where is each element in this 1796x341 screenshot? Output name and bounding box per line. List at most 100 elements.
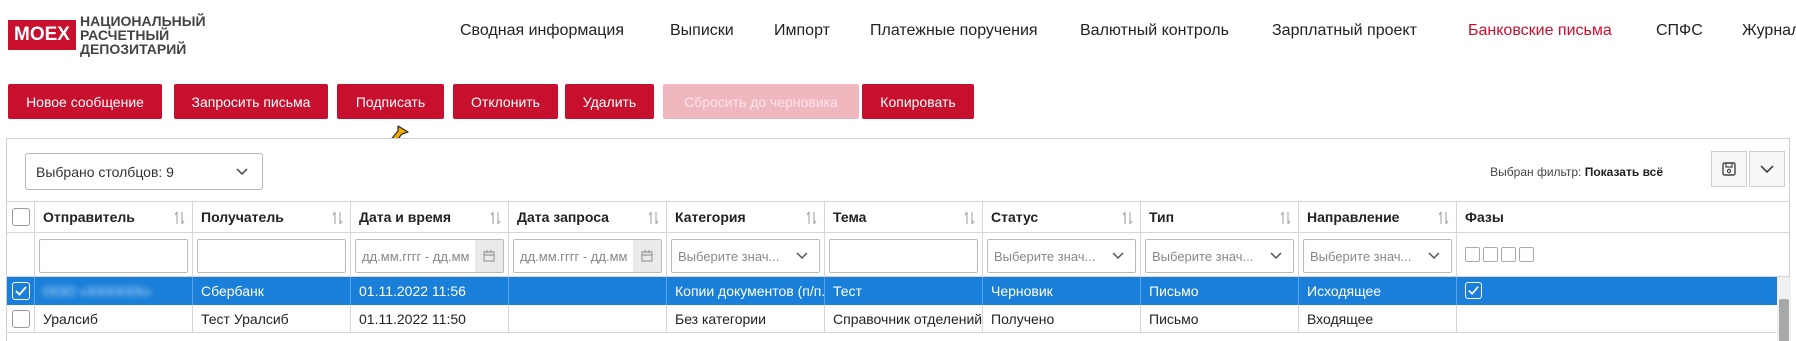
filter-cell: Выберите знач... <box>983 233 1141 276</box>
filter-value[interactable]: Показать всё <box>1585 165 1663 179</box>
filter-cell: дд.мм.гггг - дд.мм <box>509 233 667 276</box>
sort-icon[interactable] <box>174 211 186 225</box>
sort-icon[interactable] <box>1438 211 1450 225</box>
column-title: Получатель <box>201 209 284 225</box>
category-filter-select[interactable]: Выберите знач... <box>671 239 820 273</box>
request-date-filter-placeholder: дд.мм.гггг - дд.мм <box>520 248 628 264</box>
column-header-request-date[interactable]: Дата запроса <box>509 202 667 232</box>
chevron-down-icon <box>1270 252 1282 260</box>
sort-icon[interactable] <box>1280 211 1292 225</box>
direction-cell: Исходящее <box>1299 277 1457 305</box>
nav-item-import[interactable]: Импорт <box>774 22 830 40</box>
moex-logo[interactable]: MOEX НАЦИОНАЛЬНЫЙ РАСЧЕТНЫЙ ДЕПОЗИТАРИЙ <box>8 12 206 58</box>
category-cell: Копии документов (п/п... <box>667 277 825 305</box>
column-header-category[interactable]: Категория <box>667 202 825 232</box>
table-row[interactable]: ООО «ХХХХХХ» Сбербанк 01.11.2022 11:56 К… <box>7 277 1789 305</box>
columns-selector[interactable]: Выбрано столбцов: 9 <box>25 153 263 190</box>
select-all-cell <box>7 202 35 232</box>
column-title: Отправитель <box>43 209 135 225</box>
request-date-cell <box>509 305 667 332</box>
table-header-row: Отправитель Получатель Дата и время Дата… <box>7 201 1789 233</box>
sender-filter-input[interactable] <box>39 239 188 273</box>
subject-filter-input[interactable] <box>829 239 978 273</box>
chevron-down-icon <box>796 252 808 260</box>
filter-cell <box>825 233 983 276</box>
nav-item-summary[interactable]: Сводная информация <box>460 22 624 40</box>
table-filter-row: дд.мм.гггг - дд.мм дд.мм.гггг - дд.мм Вы… <box>7 233 1789 277</box>
sort-icon[interactable] <box>1122 211 1134 225</box>
column-header-recipient[interactable]: Получатель <box>193 202 351 232</box>
sender-cell: Уралсиб <box>35 305 193 332</box>
nav-item-currency-control[interactable]: Валютный контроль <box>1080 22 1229 40</box>
column-header-sender[interactable]: Отправитель <box>35 202 193 232</box>
row-checkbox[interactable] <box>12 310 30 328</box>
copy-button[interactable]: Копировать <box>862 84 974 119</box>
table-row[interactable]: Уралсиб Тест Уралсиб 01.11.2022 11:50 Бе… <box>7 305 1789 333</box>
filter-cell: Выберите знач... <box>1141 233 1299 276</box>
type-filter-select[interactable]: Выберите знач... <box>1145 239 1294 273</box>
nav-item-salary-project[interactable]: Зарплатный проект <box>1272 22 1417 40</box>
column-header-type[interactable]: Тип <box>1141 202 1299 232</box>
sort-icon[interactable] <box>490 211 502 225</box>
filter-cell: Выберите знач... <box>1299 233 1457 276</box>
nav-item-statements[interactable]: Выписки <box>670 22 734 40</box>
save-filter-button[interactable] <box>1711 151 1747 187</box>
check-icon <box>15 286 27 296</box>
column-title: Дата и время <box>359 209 452 225</box>
sort-icon[interactable] <box>964 211 976 225</box>
sort-icon[interactable] <box>332 211 344 225</box>
column-title: Тема <box>833 209 867 225</box>
sort-icon[interactable] <box>806 211 818 225</box>
filter-cell <box>35 233 193 276</box>
status-cell: Черновик <box>983 277 1141 305</box>
nav-item-spfs[interactable]: СПФС <box>1656 22 1703 40</box>
chevron-down-icon <box>236 168 248 176</box>
select-all-checkbox[interactable] <box>12 208 30 226</box>
column-title: Статус <box>991 209 1039 225</box>
app-header: MOEX НАЦИОНАЛЬНЫЙ РАСЧЕТНЫЙ ДЕПОЗИТАРИЙ … <box>0 0 1796 72</box>
reject-button[interactable]: Отклонить <box>453 84 558 119</box>
active-filter-label: Выбран фильтр: Показать всё <box>1490 165 1663 179</box>
row-select-cell <box>7 305 35 332</box>
phase-filter-checkbox[interactable] <box>1519 247 1534 262</box>
phase-filter-checkbox[interactable] <box>1501 247 1516 262</box>
scroll-thumb[interactable] <box>1779 299 1789 341</box>
column-header-status[interactable]: Статус <box>983 202 1141 232</box>
row-checkbox[interactable] <box>12 282 30 300</box>
request-letters-button[interactable]: Запросить письма <box>174 84 328 119</box>
sort-icon[interactable] <box>648 211 660 225</box>
recipient-cell: Сбербанк <box>193 277 351 305</box>
table-scrollbar[interactable] <box>1777 277 1791 341</box>
column-header-direction[interactable]: Направление <box>1299 202 1457 232</box>
request-date-filter-input[interactable]: дд.мм.гггг - дд.мм <box>513 239 662 273</box>
category-cell: Без категории <box>667 305 825 332</box>
phase-filter-checkbox[interactable] <box>1465 247 1480 262</box>
filter-caption: Выбран фильтр: <box>1490 165 1582 179</box>
column-header-subject[interactable]: Тема <box>825 202 983 232</box>
row-select-cell <box>7 277 35 305</box>
phase-checkbox[interactable] <box>1465 282 1482 299</box>
column-header-phases[interactable]: Фазы <box>1457 202 1777 232</box>
nav-item-bank-letters[interactable]: Банковские письма <box>1468 22 1612 40</box>
logo-line: ДЕПОЗИТАРИЙ <box>80 41 187 57</box>
direction-filter-select[interactable]: Выберите знач... <box>1303 239 1452 273</box>
calendar-button[interactable] <box>633 240 661 272</box>
recipient-filter-input[interactable] <box>197 239 346 273</box>
filter-menu-button[interactable] <box>1749 151 1785 187</box>
filter-cell <box>1457 233 1777 276</box>
sender-value: ООО «ХХХХХХ» <box>43 283 152 299</box>
sign-button[interactable]: Подписать <box>337 84 444 119</box>
reset-to-draft-button[interactable]: Сбросить до черновика <box>663 84 859 119</box>
nav-item-payment-orders[interactable]: Платежные поручения <box>870 22 1038 40</box>
phases-cell <box>1457 277 1777 305</box>
status-filter-select[interactable]: Выберите знач... <box>987 239 1136 273</box>
column-header-datetime[interactable]: Дата и время <box>351 202 509 232</box>
nav-item-journal[interactable]: Журнал <box>1742 22 1796 40</box>
sender-cell: ООО «ХХХХХХ» <box>35 277 193 305</box>
calendar-button[interactable] <box>475 240 503 272</box>
datetime-filter-input[interactable]: дд.мм.гггг - дд.мм <box>355 239 504 273</box>
new-message-button[interactable]: Новое сообщение <box>8 84 162 119</box>
letters-grid-panel: Выбрано столбцов: 9 Выбран фильтр: Показ… <box>6 138 1791 341</box>
phase-filter-checkbox[interactable] <box>1483 247 1498 262</box>
delete-button[interactable]: Удалить <box>565 84 654 119</box>
